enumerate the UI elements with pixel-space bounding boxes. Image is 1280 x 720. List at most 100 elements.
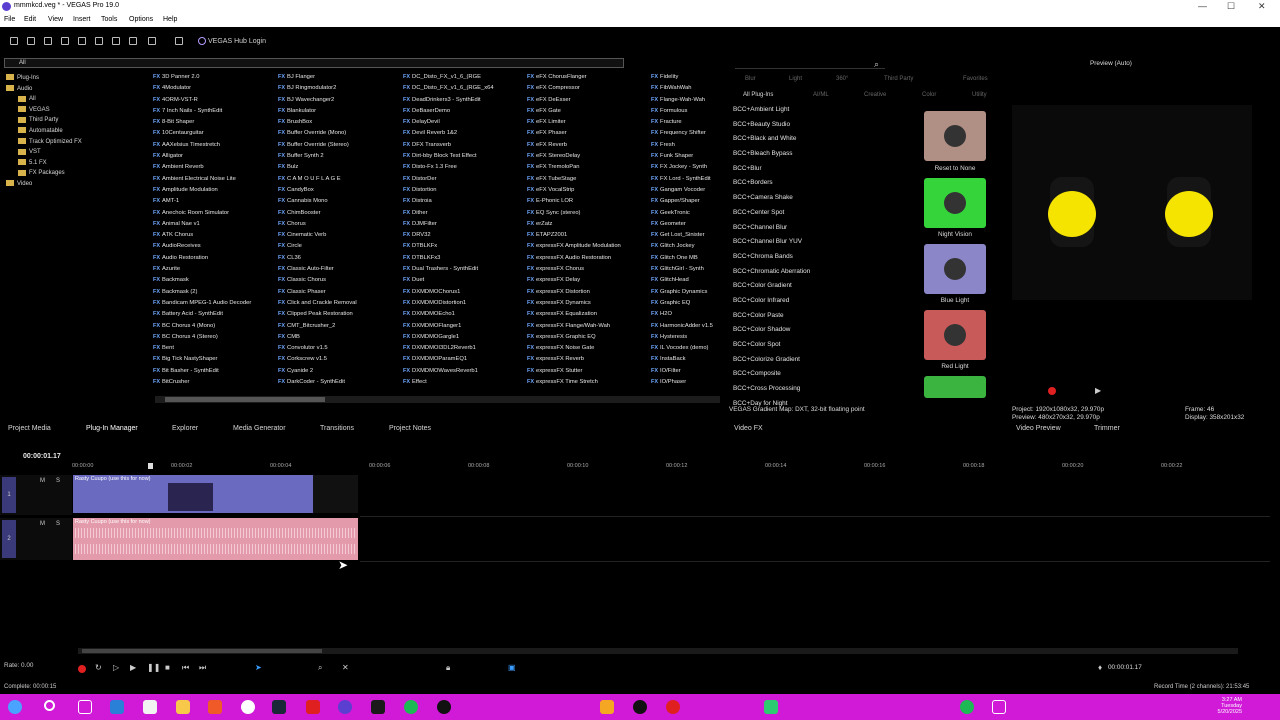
plugin-item[interactable]: FX DarkCoder - SynthEdit <box>278 377 400 388</box>
plugin-item[interactable]: FX 7 Inch Nails - SynthEdit <box>153 106 275 117</box>
plugin-item[interactable]: FX Buffer Synth 2 <box>278 151 400 162</box>
settings-icon[interactable] <box>78 37 86 45</box>
plugin-item[interactable]: FX Geometer <box>651 219 725 230</box>
tree-item[interactable]: Third Party <box>6 115 146 126</box>
fx-tab-favorites[interactable]: Favorites <box>963 76 988 82</box>
open-icon[interactable] <box>27 37 35 45</box>
plugin-item[interactable]: FX DXMDMOChorus1 <box>403 287 525 298</box>
plugin-item[interactable]: FX Audio Restoration <box>153 253 275 264</box>
plugin-item[interactable]: FX DeadDrinkers3 - SynthEdit <box>403 95 525 106</box>
scroll-thumb[interactable] <box>82 649 322 653</box>
plugin-item[interactable]: FX AMT-1 <box>153 196 275 207</box>
plugin-item[interactable]: FX DistorDer <box>403 174 525 185</box>
plugin-item[interactable]: FX Cannabis Mono <box>278 196 400 207</box>
spotify-icon[interactable] <box>404 700 418 714</box>
plugin-item[interactable]: FX GeekTronic <box>651 208 725 219</box>
plugin-item[interactable]: FX Hysteresis <box>651 332 725 343</box>
plugin-item[interactable]: FX DTBLKFx3 <box>403 253 525 264</box>
fx-list-item[interactable]: BCC+Color Shadow <box>733 323 903 338</box>
plugin-item[interactable]: FX DXMDMOFlanger1 <box>403 321 525 332</box>
new-project-icon[interactable] <box>10 37 18 45</box>
plugin-item[interactable]: FX Corkscrew v1.5 <box>278 354 400 365</box>
tab-video-fx[interactable]: Video FX <box>734 425 763 432</box>
steam-icon[interactable] <box>272 700 286 714</box>
plugin-item[interactable]: FX Azurite <box>153 264 275 275</box>
minimize-button[interactable]: — <box>1198 1 1207 11</box>
tree-item[interactable]: Video <box>6 179 146 190</box>
plugin-item[interactable]: FX Bent <box>153 343 275 354</box>
fx-list-item[interactable]: BCC+Bleach Bypass <box>733 147 903 162</box>
preset-thumb-night-vision[interactable] <box>924 178 986 228</box>
chrome-icon[interactable] <box>241 700 255 714</box>
plugin-item[interactable]: FX FX Jockey - Synth <box>651 162 725 173</box>
plugin-item[interactable]: FX eFX Phaser <box>527 128 649 139</box>
menu-tools[interactable]: Tools <box>101 16 117 23</box>
search-icon[interactable] <box>44 700 55 711</box>
plugin-item[interactable]: FX Battery Acid - SynthEdit <box>153 309 275 320</box>
plugin-item[interactable]: FX BrushBox <box>278 117 400 128</box>
fx-tab-aiml[interactable]: AI/ML <box>813 92 829 98</box>
plugin-item[interactable]: FX eFX Compressor <box>527 83 649 94</box>
plugin-item[interactable]: FX Anechoic Room Simulator <box>153 208 275 219</box>
plugin-item[interactable]: FX AudioReceives <box>153 241 275 252</box>
plugin-item[interactable]: FX Bulz <box>278 162 400 173</box>
plugin-item[interactable]: FX DXMDMOWavesReverb1 <box>403 366 525 377</box>
plugin-item[interactable]: FX Cinematic Verb <box>278 230 400 241</box>
plugin-item[interactable]: FX Click and Crackle Removal <box>278 298 400 309</box>
plugin-item[interactable]: FX Alligator <box>153 151 275 162</box>
video-track-header[interactable]: 1 M S <box>0 475 72 515</box>
plugin-item[interactable]: FX Convolutor v1.5 <box>278 343 400 354</box>
plugin-item[interactable]: FX 4Modulator <box>153 83 275 94</box>
plugin-item[interactable]: FX expressFX Delay <box>527 275 649 286</box>
plugin-item[interactable]: FX Distortion <box>403 185 525 196</box>
fx-list-item[interactable]: BCC+Blur <box>733 162 903 177</box>
fx-list-item[interactable]: BCC+Camera Shake <box>733 191 903 206</box>
plugin-item[interactable]: FX H2O <box>651 309 725 320</box>
normal-edit-tool-icon[interactable]: ➤ <box>255 663 262 672</box>
solo-button[interactable]: S <box>56 521 60 527</box>
fx-list-item[interactable]: BCC+Chromatic Aberration <box>733 265 903 280</box>
plugin-item[interactable]: FX Big Tick NastyShaper <box>153 354 275 365</box>
plugin-item[interactable]: FX Chorus <box>278 219 400 230</box>
plugin-item[interactable]: FX Flange-Wah-Wah <box>651 95 725 106</box>
tab-project-media[interactable]: Project Media <box>8 425 51 432</box>
plugin-item[interactable]: FX Funk Shaper <box>651 151 725 162</box>
plugin-item[interactable]: FX CandyBox <box>278 185 400 196</box>
brave-icon[interactable] <box>208 700 222 714</box>
tab-trimmer[interactable]: Trimmer <box>1094 425 1120 432</box>
plugin-item[interactable]: FX FX Lord - SynthEdit <box>651 174 725 185</box>
edge-icon[interactable] <box>110 700 124 714</box>
plugin-item[interactable]: FX 10Centaurguitar <box>153 128 275 139</box>
plugin-item[interactable]: FX Graphic EQ <box>651 298 725 309</box>
settings-icon[interactable] <box>992 700 1006 714</box>
plugin-item[interactable]: FX Get Lost_Sinister <box>651 230 725 241</box>
fx-list-item[interactable]: BCC+Chroma Bands <box>733 250 903 265</box>
plugin-item[interactable]: FX Gangam Vocoder <box>651 185 725 196</box>
plugin-item[interactable]: FX E-Phonic LOR <box>527 196 649 207</box>
plugin-item[interactable]: FX expressFX Flange/Wah-Wah <box>527 321 649 332</box>
menu-help[interactable]: Help <box>163 16 177 23</box>
plugin-item[interactable]: FX expressFX Reverb <box>527 354 649 365</box>
plugin-item[interactable]: FX Duet <box>403 275 525 286</box>
app-icon-green[interactable] <box>764 700 778 714</box>
plugin-item[interactable]: FX Classic Chorus <box>278 275 400 286</box>
fx-list-item[interactable]: BCC+Color Paste <box>733 309 903 324</box>
plugin-item[interactable]: FX Ambient Electrical Noise Lite <box>153 174 275 185</box>
plugin-item[interactable]: FX EQ Sync (stereo) <box>527 208 649 219</box>
plugin-item[interactable]: FX eFX TubeStage <box>527 174 649 185</box>
plugin-item[interactable]: FX Backmask <box>153 275 275 286</box>
fx-tab-360[interactable]: 360° <box>836 76 848 82</box>
playhead-marker[interactable] <box>148 463 153 469</box>
copy-icon[interactable] <box>112 37 120 45</box>
plugin-item[interactable]: FX eFX Gate <box>527 106 649 117</box>
play-button[interactable]: ▶ <box>1095 386 1101 395</box>
plugin-item[interactable]: FX eFX ChorusFlanger <box>527 72 649 83</box>
plugin-item[interactable]: FX DeBaserDemo <box>403 106 525 117</box>
app-icon-red[interactable] <box>306 700 320 714</box>
plugin-item[interactable]: FX Circle <box>278 241 400 252</box>
plugin-item[interactable]: FX eFX DeEsser <box>527 95 649 106</box>
plugin-item[interactable]: FX expressFX Audio Restoration <box>527 253 649 264</box>
fx-tab-light[interactable]: Light <box>789 76 802 82</box>
store-icon[interactable] <box>143 700 157 714</box>
record-button[interactable] <box>78 665 86 673</box>
